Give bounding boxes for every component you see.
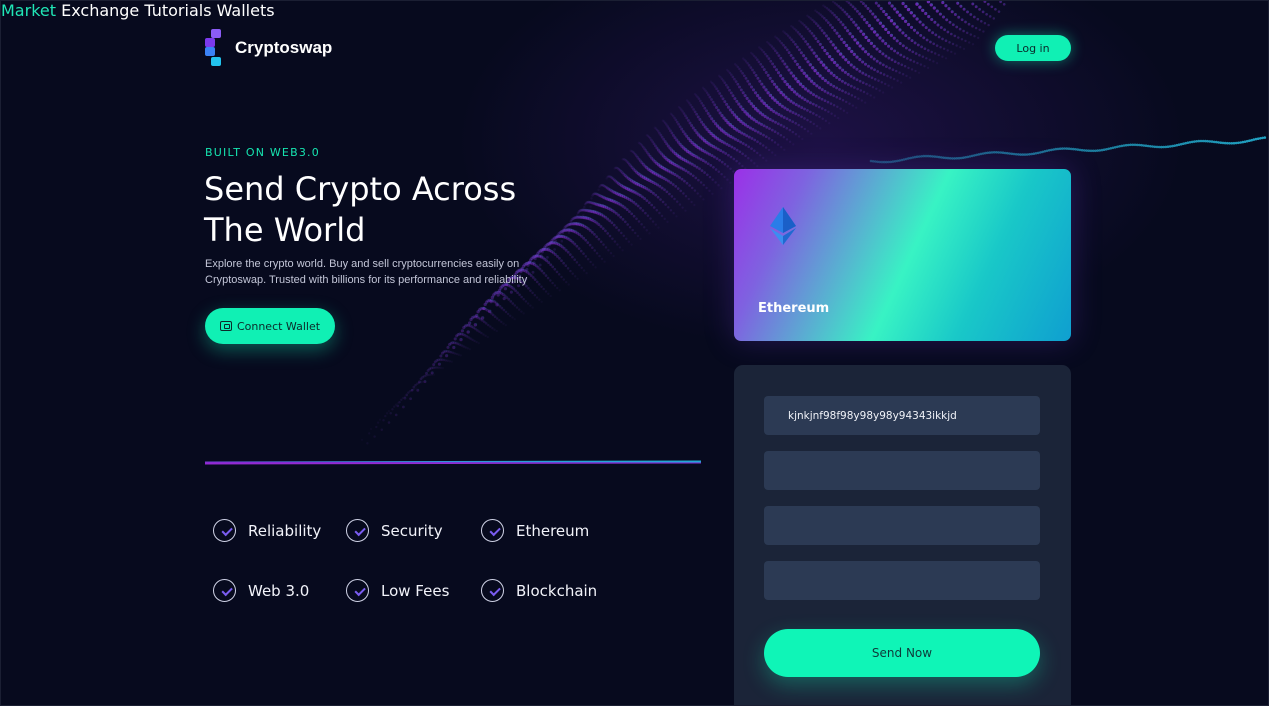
check-circle-icon bbox=[213, 579, 236, 602]
hero-headline: Send Crypto Across The World bbox=[204, 169, 564, 251]
check-circle-icon bbox=[346, 519, 369, 542]
login-button[interactable]: Log in bbox=[995, 35, 1071, 61]
check-circle-icon bbox=[346, 579, 369, 602]
feature-item: Security bbox=[346, 519, 443, 542]
feature-item: Web 3.0 bbox=[213, 579, 309, 602]
feature-item: Reliability bbox=[213, 519, 321, 542]
wallet-icon bbox=[219, 321, 232, 331]
feature-label: Blockchain bbox=[516, 581, 598, 600]
dotted-wave-decoration bbox=[204, 1, 1267, 465]
feature-label: Reliability bbox=[248, 521, 322, 540]
check-circle-icon bbox=[481, 519, 504, 542]
ethereum-card: Ethereum bbox=[734, 169, 1071, 341]
hero-headline-line1: Send Crypto Across bbox=[204, 170, 517, 208]
ethereum-icon bbox=[770, 207, 796, 245]
check-circle-icon bbox=[481, 579, 504, 602]
page: Cryptoswap Market Exchange Tutorials Wal… bbox=[0, 0, 1269, 706]
send-now-button[interactable]: Send Now bbox=[764, 629, 1040, 677]
brand-name: Cryptoswap bbox=[235, 38, 333, 57]
connect-wallet-button[interactable]: Connect Wallet bbox=[205, 308, 335, 344]
feature-label: Low Fees bbox=[381, 581, 450, 600]
feature-label: Web 3.0 bbox=[248, 581, 310, 600]
check-circle-icon bbox=[213, 519, 236, 542]
amount-input[interactable] bbox=[764, 451, 1040, 490]
logo-icon bbox=[205, 29, 223, 67]
card-label: Ethereum bbox=[758, 301, 830, 316]
feature-item: Ethereum bbox=[481, 519, 589, 542]
brand-logo[interactable]: Cryptoswap bbox=[205, 29, 332, 67]
send-panel: kjnkjnf98f98y98y98y94343ikkjd Send Now bbox=[734, 365, 1071, 705]
feature-item: Low Fees bbox=[346, 579, 449, 602]
connect-wallet-label: Connect Wallet bbox=[236, 319, 321, 333]
feature-item: Blockchain bbox=[481, 579, 597, 602]
feature-label: Security bbox=[381, 521, 443, 540]
hero-eyebrow: BUILT ON WEB3.0 bbox=[205, 146, 320, 159]
message-input[interactable] bbox=[764, 561, 1040, 600]
keyword-input[interactable] bbox=[764, 506, 1040, 545]
hero-headline-line2: The World bbox=[204, 211, 366, 249]
address-input[interactable]: kjnkjnf98f98y98y98y94343ikkjd bbox=[764, 396, 1040, 435]
hero-subtitle: Explore the crypto world. Buy and sell c… bbox=[205, 258, 528, 286]
feature-label: Ethereum bbox=[516, 521, 590, 540]
